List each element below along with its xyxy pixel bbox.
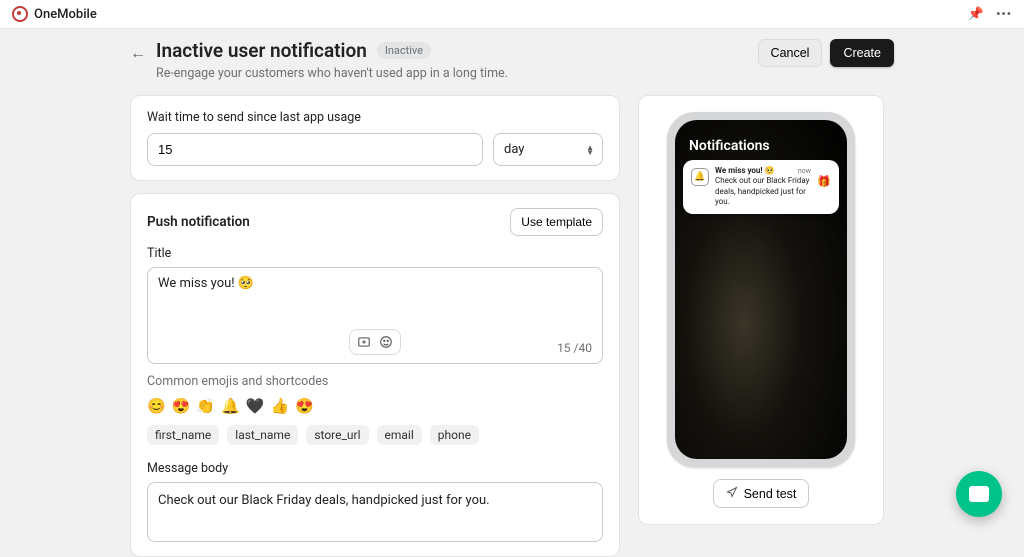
emoji-picker-icon[interactable]	[378, 334, 394, 350]
use-template-button[interactable]: Use template	[510, 208, 603, 236]
stepper-icon: ▲▼	[586, 145, 594, 155]
pin-icon[interactable]: 📌	[968, 7, 984, 22]
title-char-count: 15 /40	[557, 341, 592, 355]
body-input[interactable]: Check out our Black Friday deals, handpi…	[147, 482, 603, 542]
shortcode-chip[interactable]: phone	[430, 425, 479, 445]
emoji-row: 😊 😍 👏 🔔 🖤 👍 😍	[147, 397, 603, 415]
shortcode-chip[interactable]: email	[377, 425, 422, 445]
cancel-button[interactable]: Cancel	[758, 39, 823, 67]
shortcode-chip[interactable]: store_url	[306, 425, 368, 445]
more-icon[interactable]: •••	[996, 7, 1012, 21]
bell-icon: 🔔	[694, 172, 705, 182]
shortcode-chip[interactable]: last_name	[227, 425, 298, 445]
emoji-item[interactable]: 🔔	[221, 397, 240, 415]
title-toolbar	[349, 329, 401, 355]
wait-time-input[interactable]	[147, 133, 483, 166]
preview-notif-body: Check out our Black Friday deals, handpi…	[715, 176, 811, 207]
body-value: Check out our Black Friday deals, handpi…	[158, 493, 490, 508]
phone-screen: Notifications 🔔 We miss you! 🥺 now Check…	[675, 120, 847, 459]
phone-frame: Notifications 🔔 We miss you! 🥺 now Check…	[667, 112, 855, 467]
page-subtitle: Re-engage your customers who haven't use…	[156, 66, 748, 81]
shortcode-chip[interactable]: first_name	[147, 425, 219, 445]
shortcode-row: first_name last_name store_url email pho…	[147, 425, 603, 445]
chat-fab[interactable]	[956, 471, 1002, 517]
page-header: ← Inactive user notification Inactive Re…	[130, 39, 894, 81]
page-title: Inactive user notification	[156, 39, 367, 62]
gift-icon: 🎁	[817, 174, 831, 188]
push-card: Push notification Use template Title We …	[130, 193, 620, 557]
brand-block: OneMobile	[12, 6, 97, 22]
title-field-label: Title	[147, 246, 603, 261]
create-button[interactable]: Create	[830, 39, 894, 67]
wait-time-label: Wait time to send since last app usage	[147, 110, 603, 125]
preview-app-icon: 🔔	[691, 168, 709, 186]
brand-name: OneMobile	[34, 7, 97, 22]
emoji-item[interactable]: 😊	[147, 397, 166, 415]
emoji-item[interactable]: 👍	[270, 397, 289, 415]
preview-notif-title: We miss you! 🥺	[715, 166, 775, 176]
emoji-item[interactable]: 😍	[295, 397, 314, 415]
wait-unit-select[interactable]: day ▲▼	[493, 133, 603, 166]
status-badge: Inactive	[377, 42, 431, 59]
preview-notif-time: now	[798, 167, 811, 176]
topbar: OneMobile 📌 •••	[0, 0, 1024, 29]
title-value: We miss you! 🥺	[158, 276, 592, 291]
emoji-item[interactable]: 😍	[172, 397, 191, 415]
brand-logo-icon	[12, 6, 28, 22]
wait-time-card: Wait time to send since last app usage d…	[130, 95, 620, 181]
body-field-label: Message body	[147, 461, 603, 476]
send-test-button[interactable]: Send test	[713, 479, 810, 508]
send-test-label: Send test	[744, 487, 797, 501]
insert-variable-icon[interactable]	[356, 334, 372, 350]
chat-icon	[969, 486, 989, 502]
wait-unit-value: day	[504, 142, 524, 157]
preview-header: Notifications	[683, 128, 839, 160]
back-arrow-icon[interactable]: ←	[130, 43, 146, 63]
send-icon	[726, 486, 738, 501]
title-input[interactable]: We miss you! 🥺 15 /40	[147, 267, 603, 364]
preview-panel: Notifications 🔔 We miss you! 🥺 now Check…	[638, 95, 884, 525]
emoji-item[interactable]: 👏	[196, 397, 215, 415]
push-section-title: Push notification	[147, 214, 250, 230]
emoji-hint-label: Common emojis and shortcodes	[147, 374, 603, 389]
preview-notification-card: 🔔 We miss you! 🥺 now Check out our Black…	[683, 160, 839, 214]
emoji-item[interactable]: 🖤	[246, 397, 265, 415]
